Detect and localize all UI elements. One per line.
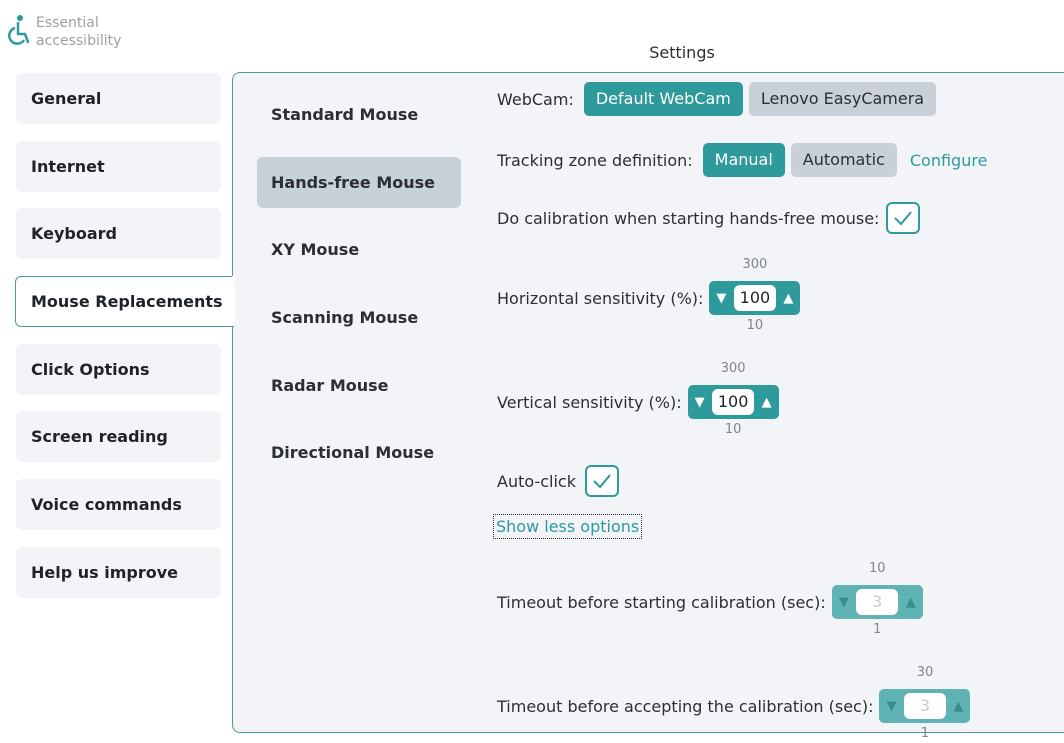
increment-arrow-icon[interactable]: ▲ (950, 698, 966, 714)
horizontal-max-label: 300 (742, 257, 768, 272)
sidebar-item-internet[interactable]: Internet (16, 141, 221, 192)
checkmark-icon (593, 474, 611, 489)
calibration-row: Do calibration when starting hands-free … (497, 202, 921, 234)
vertical-sensitivity-row: Vertical sensitivity (%): 300 ▼ 100 ▲ 10 (497, 361, 779, 437)
timeout-start-max-label: 10 (868, 561, 886, 576)
timeout-accept-min-label: 1 (920, 726, 930, 741)
sidebar-item-keyboard[interactable]: Keyboard (16, 208, 221, 259)
sidebar-item-mouse-replacements[interactable]: Mouse Replacements (15, 276, 234, 327)
horizontal-min-label: 10 (746, 318, 764, 333)
timeout-accept-stepper: 30 ▼ 3 ▲ 1 (879, 665, 971, 741)
tracking-zone-row: Tracking zone definition: Manual Automat… (497, 143, 987, 177)
submenu-item-scanning-mouse[interactable]: Scanning Mouse (257, 292, 461, 343)
webcam-row: WebCam: Default WebCam Lenovo EasyCamera (497, 82, 937, 116)
vertical-min-label: 10 (724, 422, 742, 437)
calibration-checkbox[interactable] (886, 202, 921, 234)
vertical-sensitivity-stepper: 300 ▼ 100 ▲ 10 (687, 361, 779, 437)
timeout-start-min-label: 1 (873, 622, 882, 637)
timeout-accept-label: Timeout before accepting the calibration… (497, 696, 874, 716)
increment-arrow-icon[interactable]: ▲ (780, 290, 796, 306)
webcam-lenovo-button[interactable]: Lenovo EasyCamera (748, 82, 937, 116)
autoclick-label: Auto-click (497, 471, 576, 491)
page-title: Settings (649, 43, 715, 62)
sidebar-item-screen-reading[interactable]: Screen reading (16, 411, 221, 462)
horizontal-sensitivity-stepper: 300 ▼ 100 ▲ 10 (709, 257, 801, 333)
vertical-sensitivity-label: Vertical sensitivity (%): (497, 392, 682, 412)
active-tab-connector (232, 276, 235, 325)
vertical-max-label: 300 (720, 361, 746, 376)
webcam-default-button[interactable]: Default WebCam (583, 82, 743, 116)
tracking-zone-label: Tracking zone definition: (497, 150, 693, 170)
timeout-accept-value[interactable]: 3 (903, 693, 946, 719)
submenu-item-standard-mouse[interactable]: Standard Mouse (257, 89, 461, 140)
submenu-item-directional-mouse[interactable]: Directional Mouse (257, 427, 461, 478)
decrement-arrow-icon[interactable]: ▼ (836, 594, 852, 610)
decrement-arrow-icon[interactable]: ▼ (713, 290, 729, 306)
calibration-label: Do calibration when starting hands-free … (497, 208, 880, 228)
webcam-label: WebCam: (497, 89, 574, 109)
timeout-start-row: Timeout before starting calibration (sec… (497, 561, 923, 637)
sidebar-item-general[interactable]: General (16, 73, 221, 124)
timeout-start-stepper: 10 ▼ 3 ▲ 1 (831, 561, 923, 637)
sidebar-item-help-us-improve[interactable]: Help us improve (16, 547, 221, 598)
sidebar-item-voice-commands[interactable]: Voice commands (16, 479, 221, 530)
decrement-arrow-icon[interactable]: ▼ (883, 698, 899, 714)
submenu-item-radar-mouse[interactable]: Radar Mouse (257, 360, 461, 411)
submenu-item-hands-free-mouse[interactable]: Hands-free Mouse (257, 157, 461, 208)
timeout-start-value[interactable]: 3 (856, 589, 899, 615)
tracking-manual-button[interactable]: Manual (702, 143, 785, 177)
horizontal-sensitivity-value[interactable]: 100 (733, 285, 776, 311)
configure-link[interactable]: Configure (910, 151, 988, 170)
timeout-start-label: Timeout before starting calibration (sec… (497, 592, 826, 612)
submenu-item-xy-mouse[interactable]: XY Mouse (257, 224, 461, 275)
increment-arrow-icon[interactable]: ▲ (903, 594, 919, 610)
autoclick-checkbox[interactable] (584, 465, 619, 497)
show-less-options-link[interactable]: Show less options (493, 514, 643, 539)
tracking-automatic-button[interactable]: Automatic (790, 143, 897, 177)
increment-arrow-icon[interactable]: ▲ (759, 394, 775, 410)
horizontal-sensitivity-row: Horizontal sensitivity (%): 300 ▼ 100 ▲ … (497, 257, 801, 333)
autoclick-row: Auto-click (497, 465, 619, 497)
sidebar-item-click-options[interactable]: Click Options (16, 344, 221, 395)
timeout-accept-row: Timeout before accepting the calibration… (497, 665, 971, 741)
horizontal-sensitivity-label: Horizontal sensitivity (%): (497, 288, 704, 308)
decrement-arrow-icon[interactable]: ▼ (692, 394, 708, 410)
timeout-accept-max-label: 30 (916, 665, 934, 680)
vertical-sensitivity-value[interactable]: 100 (712, 389, 755, 415)
checkmark-icon (894, 211, 913, 226)
